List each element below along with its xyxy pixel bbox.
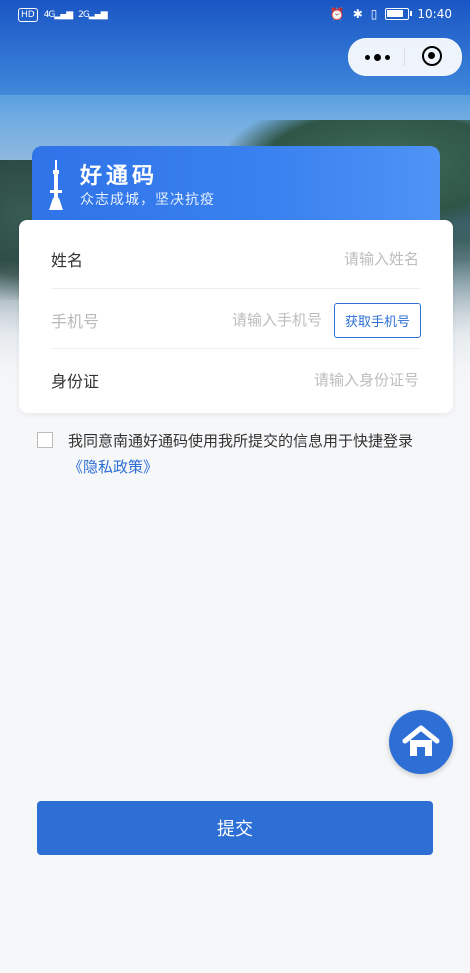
home-button[interactable]: [389, 710, 453, 774]
signal-2-icon: 2G▂▄▆: [78, 10, 107, 20]
status-right: ⏰ ✱ ▯ 10:40: [330, 7, 452, 21]
id-label: 身份证: [51, 372, 100, 391]
phone-row: 手机号 获取手机号: [51, 288, 421, 351]
agree-checkbox[interactable]: [37, 432, 53, 448]
tower-icon: [49, 160, 63, 210]
capsule-divider: [404, 48, 405, 66]
status-left: HD 4G▂▄▆ 2G▂▄▆: [18, 8, 108, 22]
status-bar: HD 4G▂▄▆ 2G▂▄▆ ⏰ ✱ ▯ 10:40: [0, 0, 470, 30]
time: 10:40: [417, 7, 452, 21]
mini-program-capsule: [348, 38, 462, 76]
battery-icon: [385, 8, 413, 20]
banner-title: 好通码: [80, 164, 159, 189]
home-icon: [402, 725, 440, 756]
battery-fill: [387, 10, 403, 17]
phone-label: 手机号: [51, 312, 100, 331]
alarm-icon: ⏰: [329, 7, 345, 21]
signal-1-icon: 4G▂▄▆: [43, 10, 73, 20]
id-input[interactable]: [141, 370, 421, 390]
banner-subtitle: 众志成城，坚决抗疫: [80, 192, 215, 208]
vibrate-icon: ▯: [370, 7, 378, 21]
name-row: 姓名: [51, 228, 421, 290]
signal-1-label: 4G: [43, 10, 56, 20]
signal-2-label: 2G: [78, 10, 90, 20]
get-phone-button[interactable]: 获取手机号: [333, 302, 421, 338]
phone-input[interactable]: [125, 310, 324, 330]
privacy-policy-link[interactable]: 《隐私政策》: [68, 458, 158, 476]
form-card: 姓名 手机号 获取手机号 身份证: [19, 220, 453, 413]
more-dots-icon[interactable]: [363, 50, 391, 64]
bluetooth-icon: ✱: [352, 7, 363, 21]
agreement-label: 我同意南通好通码使用我所提交的信息用于快捷登录: [68, 432, 414, 450]
target-close-icon[interactable]: [422, 46, 442, 66]
id-row: 身份证: [51, 348, 421, 411]
hd-badge: HD: [18, 8, 38, 22]
name-label: 姓名: [51, 251, 84, 270]
submit-button[interactable]: 提交: [37, 801, 433, 855]
name-input[interactable]: [141, 249, 421, 269]
agreement-text: 我同意南通好通码使用我所提交的信息用于快捷登录《隐私政策》: [68, 428, 428, 480]
